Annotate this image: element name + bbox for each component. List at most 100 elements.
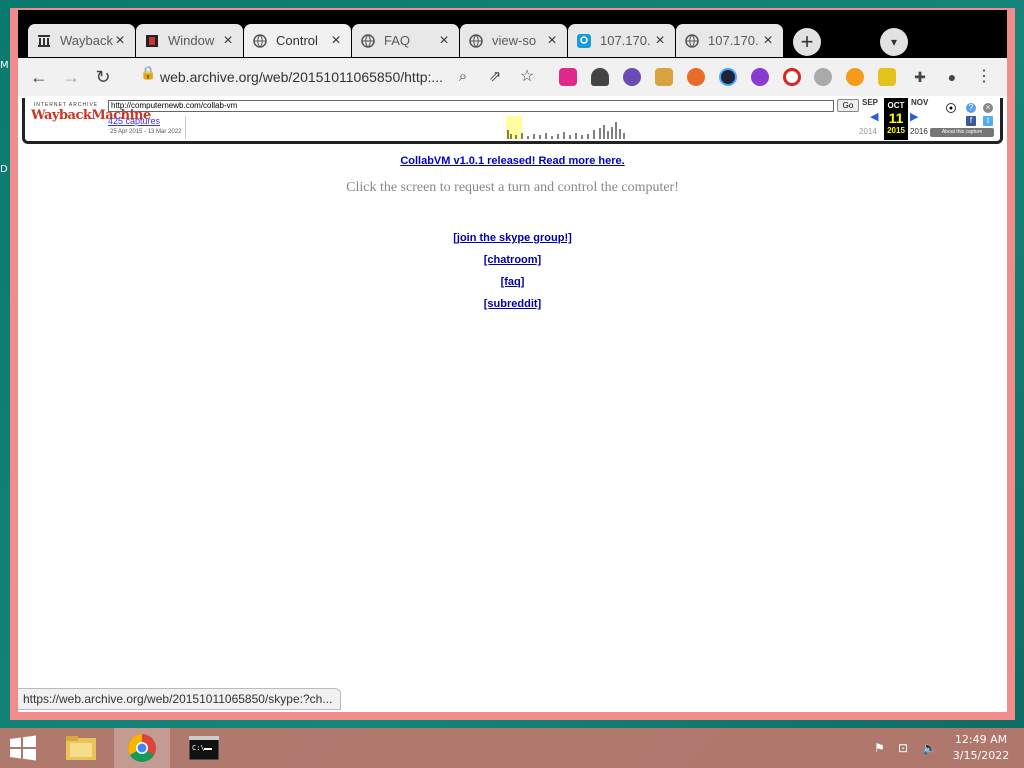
globe-icon [252,33,268,49]
faq-link[interactable]: [faq] [18,276,1007,288]
film-icon [144,33,160,49]
wayback-cur-year: 2015 [887,126,905,135]
new-tab-button[interactable]: + [793,28,821,56]
close-icon[interactable]: × [545,32,559,50]
globe-icon [684,33,700,49]
wayback-toolbar: INTERNET ARCHIVE WaybackMachine http://c… [22,98,1003,144]
browser-window: Wayback × Window × Control × FAQ × view-… [10,8,1015,720]
tab-title: Control [276,33,318,48]
browser-toolbar: ← → ↻ 🔒 web.archive.org/web/201510110658… [18,58,1007,96]
wayback-prev-year[interactable]: 2014 [859,127,877,136]
share-button[interactable]: ⇗ [482,64,508,90]
tab-control[interactable]: Control × [244,24,351,57]
wayback-prev-month[interactable]: SEP [862,98,878,107]
clock-time: 12:49 AM [954,733,1008,746]
star-icon: ☆ [519,68,535,85]
terminal-icon: C:\ [189,736,219,760]
wayback-url-input[interactable]: http://computernewb.com/collab-vm [108,100,834,112]
skype-group-link[interactable]: [join the skype group!] [18,232,1007,244]
tab-window[interactable]: Window × [136,24,243,57]
facebook-icon[interactable]: f [966,116,976,126]
extension-eye-icon[interactable] [719,68,737,86]
turn-prompt[interactable]: Click the screen to request a turn and c… [18,180,1007,196]
triangle-right-icon: ▶ [910,111,919,123]
extension-hat-icon[interactable] [591,68,609,86]
globe-icon [468,33,484,49]
clock-date: 3/15/2022 [952,749,1010,762]
wayback-date-range: 25 Apr 2015 - 13 Mar 2022 [110,129,182,135]
volume-muted-icon[interactable]: 🔈 [922,741,937,755]
twitter-icon[interactable]: t [983,116,993,126]
system-clock[interactable]: 12:49 AM 3/15/2022 [944,732,1018,764]
status-bar-url: https://web.archive.org/web/201510110658… [18,688,342,710]
subreddit-link[interactable]: [subreddit] [18,298,1007,310]
reload-button[interactable]: ↻ [90,64,116,90]
extension-burst-icon[interactable] [751,68,769,86]
extensions-button[interactable]: ✚ [907,64,933,90]
tab-ip-1[interactable]: 107.170. × [568,24,675,57]
taskbar-cmd[interactable]: C:\ [176,728,232,768]
close-icon[interactable]: × [113,32,127,50]
extension-block-icon[interactable] [783,68,801,86]
extension-doge-icon[interactable] [655,68,673,86]
archive-icon [36,33,52,49]
zoom-icon: ⌕ [458,68,468,85]
close-icon[interactable]: × [653,32,667,50]
tab-search-button[interactable]: ▾ [880,28,908,56]
zoom-button[interactable]: ⌕ [450,64,476,90]
chevron-down-icon: ▾ [890,35,898,49]
extension-alien-icon[interactable] [623,68,641,86]
kebab-menu-icon: ⋮ [976,68,992,85]
start-button[interactable] [0,728,46,768]
wayback-captures-link[interactable]: 425 captures [108,116,160,126]
close-icon[interactable]: × [221,32,235,50]
close-icon[interactable]: × [761,32,775,50]
address-bar[interactable]: web.archive.org/web/20151011065850/http:… [138,64,488,90]
extension-sun-icon[interactable] [846,68,864,86]
puzzle-icon: ✚ [914,69,926,85]
release-link[interactable]: CollabVM v1.0.1 released! Read more here… [400,155,624,167]
wayback-about-capture[interactable]: About this capture [930,128,994,137]
extension-skull-icon[interactable] [814,68,832,86]
browser-frame: Wayback × Window × Control × FAQ × view-… [18,10,1007,712]
tab-title: FAQ [384,33,411,48]
extension-color-icon[interactable] [687,68,705,86]
wayback-next-month[interactable]: NOV [911,98,928,107]
person-icon: ● [947,69,957,85]
wayback-go-button[interactable]: Go [837,99,859,112]
wayback-current-date: OCT 11 2015 [884,98,908,140]
taskbar-chrome[interactable] [114,728,170,768]
menu-button[interactable]: ⋮ [971,64,997,90]
close-icon[interactable]: × [983,103,993,113]
tab-title: Window [168,33,215,48]
wayback-prev-arrow[interactable]: ◀ [870,110,878,123]
tab-faq[interactable]: FAQ × [352,24,459,57]
chatroom-link[interactable]: [chatroom] [18,254,1007,266]
back-button[interactable]: ← [26,64,52,90]
user-icon[interactable]: ● [946,103,956,113]
windows-logo-icon [10,735,36,761]
wayback-logo[interactable]: INTERNET ARCHIVE WaybackMachine [31,102,151,134]
page-content: CollabVM v1.0.1 released! Read more here… [18,150,1007,310]
flag-warning-icon[interactable]: ⚑ [874,741,885,755]
wayback-next-year[interactable]: 2016 [910,127,928,136]
close-icon[interactable]: × [437,32,451,50]
location-icon [576,33,592,49]
tab-view-source[interactable]: view-so × [460,24,567,57]
wayback-sparkline[interactable] [185,116,857,139]
wayback-logo-main: WaybackMachine [31,108,151,123]
bookmark-button[interactable]: ☆ [514,64,540,90]
close-icon[interactable]: × [329,32,343,50]
forward-button[interactable]: → [58,64,84,90]
help-icon[interactable]: ? [966,103,976,113]
folder-icon [66,736,96,760]
extension-bee-icon[interactable] [878,68,896,86]
tab-ip-2[interactable]: 107.170. × [676,24,783,57]
taskbar-file-explorer[interactable] [58,728,104,768]
tab-wayback[interactable]: Wayback × [28,24,135,57]
network-icon[interactable]: ⊡ [898,741,908,755]
arrow-right-icon: → [62,67,80,87]
extension-rainbow-icon[interactable] [559,68,577,86]
profile-button[interactable]: ● [939,64,965,90]
wayback-next-arrow[interactable]: ▶ [910,110,918,123]
